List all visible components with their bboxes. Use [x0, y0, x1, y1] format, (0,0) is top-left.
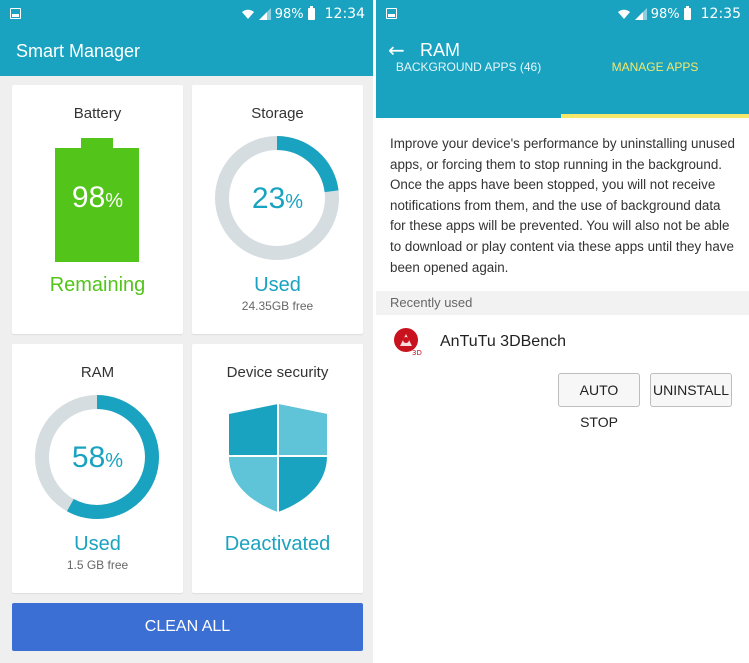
smart-manager-screen: 98% 12:34 Smart Manager Battery 98% Rema… — [0, 0, 373, 663]
shield-icon — [229, 404, 327, 512]
app-title: Smart Manager — [16, 41, 141, 61]
signal-icon — [634, 8, 647, 20]
security-title: Device security — [226, 364, 329, 381]
tab-background-apps[interactable]: BACKGROUND APPS (46) — [376, 60, 561, 90]
status-bar: 98% 12:35 — [376, 0, 749, 28]
battery-icon — [307, 6, 315, 20]
storage-title: Storage — [251, 105, 304, 122]
status-bar: 98% 12:34 — [0, 0, 373, 28]
ram-card[interactable]: RAM 58% Used 1.5 GB free — [12, 344, 183, 593]
ram-title: RAM — [80, 364, 115, 381]
page-title: RAM — [420, 40, 460, 60]
screenshot-notification-icon — [10, 8, 21, 19]
clock: 12:35 — [700, 6, 741, 22]
tab-indicator — [561, 114, 749, 118]
battery-value: 98% — [71, 181, 124, 214]
app-name[interactable]: AnTuTu 3DBench — [440, 333, 566, 351]
battery-icon — [683, 6, 691, 20]
storage-card[interactable]: Storage 23% Used 24.35GB free — [192, 85, 363, 334]
clean-all-button[interactable]: CLEAN ALL — [12, 603, 363, 651]
ram-free: 1.5 GB free — [66, 558, 129, 572]
battery-percent: 98% — [650, 6, 680, 22]
storage-label: Used — [254, 274, 301, 296]
battery-title: Battery — [73, 105, 122, 122]
battery-label: Remaining — [49, 274, 146, 296]
uninstall-button[interactable]: UNINSTALL — [650, 373, 732, 407]
tab-manage-apps[interactable]: MANAGE APPS — [561, 60, 749, 90]
wifi-icon — [617, 9, 630, 19]
app-bar: Smart Manager — [0, 28, 373, 76]
ram-label: Used — [74, 533, 121, 555]
back-arrow-icon[interactable]: ← — [388, 38, 405, 62]
storage-value: 23% — [251, 182, 304, 215]
clock: 12:34 — [324, 6, 365, 22]
manage-apps-description: Improve your device's performance by uni… — [390, 136, 735, 275]
wifi-icon — [241, 9, 254, 19]
antutu-app-icon: 3D — [394, 328, 422, 356]
ram-screen: 98% 12:35 ← RAM BACKGROUND APPS (46) MAN… — [376, 0, 749, 663]
storage-free: 24.35GB free — [241, 299, 314, 313]
ram-value: 58% — [71, 441, 124, 474]
security-label: Deactivated — [224, 533, 331, 555]
signal-icon — [258, 8, 271, 20]
battery-card[interactable]: Battery 98% Remaining — [12, 85, 183, 334]
battery-percent: 98% — [274, 6, 304, 22]
screenshot-notification-icon — [386, 8, 397, 19]
recently-used-header: Recently used — [376, 291, 749, 315]
device-security-card[interactable]: Device security Deactivated — [192, 344, 363, 593]
auto-stop-button[interactable]: AUTO STOP — [558, 373, 640, 430]
app-icon-badge: 3D — [412, 349, 422, 356]
